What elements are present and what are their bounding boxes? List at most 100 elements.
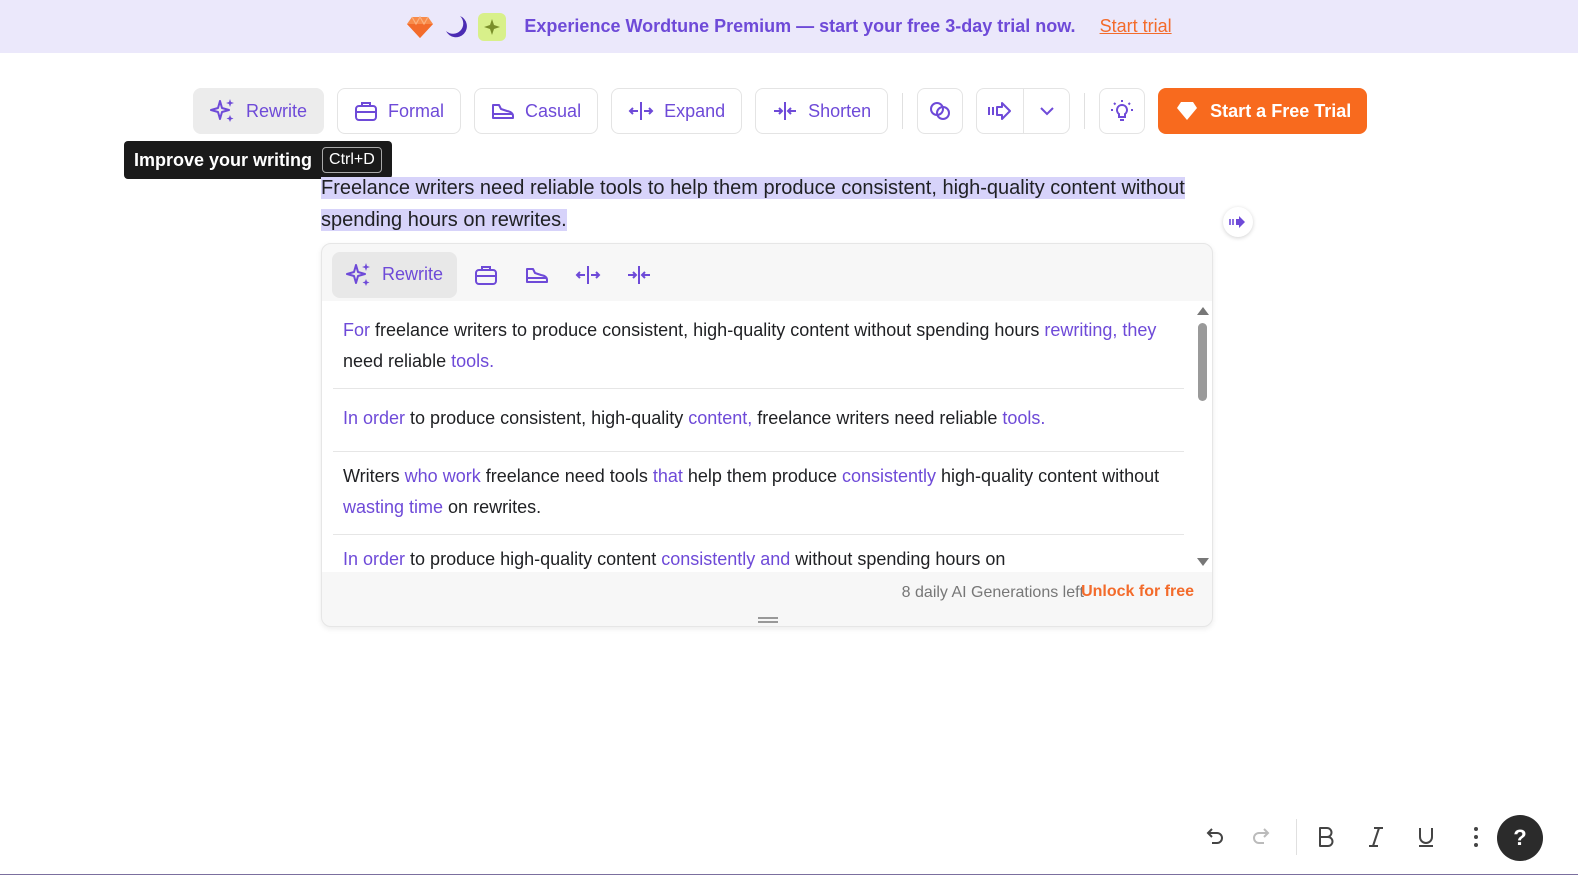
scroll-up-arrow[interactable] (1197, 307, 1209, 315)
toolbar-divider (902, 93, 904, 129)
start-free-trial-button[interactable]: Start a Free Trial (1158, 88, 1368, 134)
casual-label: Casual (525, 100, 582, 121)
shorten-icon (774, 102, 797, 120)
arrow-right-icon (1229, 216, 1245, 228)
suggestion-divider (333, 388, 1184, 389)
underline-icon (1419, 828, 1433, 847)
sneaker-icon (492, 104, 515, 119)
suggestion-text: to produce consistent, high-quality (405, 408, 689, 428)
ideas-button[interactable] (1099, 88, 1146, 134)
trial-label: Start a Free Trial (1210, 100, 1352, 121)
redo-icon (1253, 828, 1270, 844)
shorten-icon (628, 265, 651, 284)
generations-left-text: 8 daily AI Generations left (901, 584, 1084, 601)
suggestion-item[interactable]: In order to produce consistent, high-qua… (343, 403, 1185, 434)
expand-button[interactable]: Expand (611, 88, 743, 134)
panel-expand-tab[interactable] (566, 252, 610, 298)
main-toolbar: Rewrite Formal Casual Expand Shorten Sta… (193, 88, 1368, 134)
suggestion-divider (333, 534, 1184, 535)
suggestion-changed-text: tools. (451, 351, 495, 371)
suggestion-text: on rewrites. (443, 497, 542, 517)
tooltip-shortcut: Ctrl+D (322, 147, 382, 173)
formal-label: Formal (388, 100, 445, 121)
diamond-icon (1177, 102, 1198, 120)
panel-toolbar: Rewrite (322, 244, 1212, 300)
unlock-for-free-link[interactable]: Unlock for free (1081, 583, 1194, 601)
bold-icon (1319, 827, 1334, 847)
formal-button[interactable]: Formal (337, 88, 462, 134)
redo-button[interactable] (1240, 814, 1286, 860)
suggestion-changed-text: wasting time (343, 497, 444, 517)
more-vertical-icon (1474, 827, 1478, 847)
format-divider (1296, 819, 1297, 855)
italic-icon (1369, 827, 1383, 847)
start-trial-link[interactable]: Start trial (1100, 16, 1172, 37)
suggestion-item[interactable]: In order to produce high-quality content… (343, 544, 1185, 572)
suggestion-text: Writers (343, 466, 405, 486)
suggestion-text: help them produce (682, 466, 842, 486)
scrollbar-thumb[interactable] (1198, 323, 1207, 401)
arrow-right-icon (988, 102, 1012, 120)
moon-icon (442, 13, 470, 41)
suggestion-changed-text: who work (404, 466, 481, 486)
help-button[interactable]: ? (1497, 815, 1543, 861)
suggestion-changed-text: consistently (841, 466, 937, 486)
suggestion-changed-text: consistently and (661, 549, 791, 569)
sparkles-icon (210, 99, 234, 122)
rewrite-panel: Rewrite For freelance writers to produce… (321, 243, 1213, 627)
suggestion-text: high-quality content without (936, 466, 1160, 486)
continue-dropdown[interactable] (1023, 89, 1069, 133)
panel-rewrite-tab[interactable]: Rewrite (332, 251, 458, 298)
chevron-down-icon (1039, 107, 1054, 116)
synonyms-button[interactable] (917, 88, 964, 134)
briefcase-icon (475, 265, 498, 285)
more-options-button[interactable] (1453, 814, 1499, 860)
banner-text: Experience Wordtune Premium — start your… (524, 16, 1076, 36)
resize-handle[interactable] (758, 617, 778, 623)
continue-button[interactable] (977, 89, 1023, 133)
suggestion-changed-text: that (652, 466, 683, 486)
panel-formal-tab[interactable] (464, 252, 508, 298)
suggestion-changed-text: For (343, 320, 370, 340)
panel-shorten-tab[interactable] (617, 252, 661, 298)
undo-icon (1206, 828, 1223, 844)
suggestion-item[interactable]: For freelance writers to produce consist… (343, 315, 1185, 377)
format-toolbar (1190, 812, 1503, 862)
bold-button[interactable] (1303, 814, 1349, 860)
casual-button[interactable]: Casual (474, 88, 599, 134)
continue-split-button (976, 88, 1071, 134)
shorten-label: Shorten (808, 100, 872, 121)
suggestion-item[interactable]: Writers who work freelance need tools th… (343, 461, 1185, 523)
diamond-icon (406, 13, 434, 41)
expand-label: Expand (664, 100, 726, 121)
suggestion-text: freelance writers to produce consistent,… (370, 320, 1045, 340)
bottom-border (0, 874, 1578, 881)
suggestion-divider (333, 451, 1184, 452)
suggestion-text: freelance writers need reliable (752, 408, 1003, 428)
suggestion-text: freelance need tools (480, 466, 653, 486)
sparkles-icon (346, 262, 370, 286)
editor-content[interactable]: Freelance writers need reliable tools to… (321, 172, 1211, 236)
scroll-down-arrow[interactable] (1197, 558, 1209, 566)
shorten-button[interactable]: Shorten (755, 88, 889, 134)
panel-rewrite-label: Rewrite (382, 264, 444, 284)
lightbulb-icon (1111, 100, 1134, 121)
panel-casual-tab[interactable] (515, 252, 559, 298)
rewrite-button[interactable]: Rewrite (193, 88, 325, 134)
suggestion-changed-text: rewriting, they (1044, 320, 1157, 340)
suggestion-changed-text: tools. (1002, 408, 1046, 428)
undo-button[interactable] (1190, 814, 1236, 860)
suggestions-list[interactable]: For freelance writers to produce consist… (322, 301, 1212, 572)
selected-text[interactable]: Freelance writers need reliable tools to… (321, 177, 1185, 231)
suggestion-changed-text: In order (343, 408, 406, 428)
banner-icons (406, 12, 507, 41)
panel-footer: 8 daily AI Generations left Unlock for f… (322, 572, 1212, 626)
briefcase-icon (355, 102, 378, 121)
tooltip-text: Improve your writing (134, 149, 313, 170)
sneaker-icon (526, 267, 549, 283)
italic-button[interactable] (1353, 814, 1399, 860)
underline-button[interactable] (1403, 814, 1449, 860)
sparkle-icon (478, 12, 507, 41)
suggestion-changed-text: content, (688, 408, 753, 428)
continue-writing-button[interactable] (1223, 207, 1253, 237)
